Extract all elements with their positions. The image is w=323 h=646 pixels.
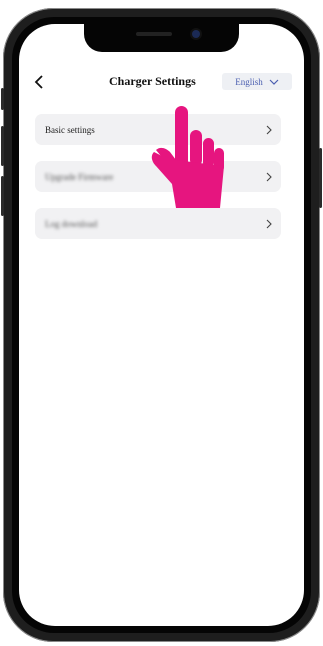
chevron-left-icon bbox=[34, 75, 43, 89]
power-button bbox=[319, 148, 322, 208]
menu-item-label: Basic settings bbox=[45, 124, 95, 135]
menu-item-label: Upgrade Firmware bbox=[45, 171, 114, 182]
mute-switch bbox=[1, 88, 4, 110]
volume-up-button bbox=[1, 126, 4, 166]
language-selector[interactable]: English bbox=[222, 73, 292, 90]
volume-down-button bbox=[1, 176, 4, 216]
chevron-right-icon bbox=[266, 219, 272, 229]
chevron-down-icon bbox=[269, 79, 279, 85]
notch bbox=[84, 24, 239, 52]
menu-item-log-download[interactable]: Log download bbox=[35, 208, 281, 239]
header-bar: Charger Settings English bbox=[19, 68, 304, 98]
back-button[interactable] bbox=[29, 72, 49, 92]
front-camera bbox=[192, 30, 200, 38]
language-value: English bbox=[235, 76, 263, 87]
speaker-grille bbox=[136, 32, 172, 36]
pointing-hand-icon bbox=[151, 106, 224, 208]
chevron-right-icon bbox=[266, 125, 272, 135]
chevron-right-icon bbox=[266, 172, 272, 182]
menu-item-label: Log download bbox=[45, 218, 98, 229]
